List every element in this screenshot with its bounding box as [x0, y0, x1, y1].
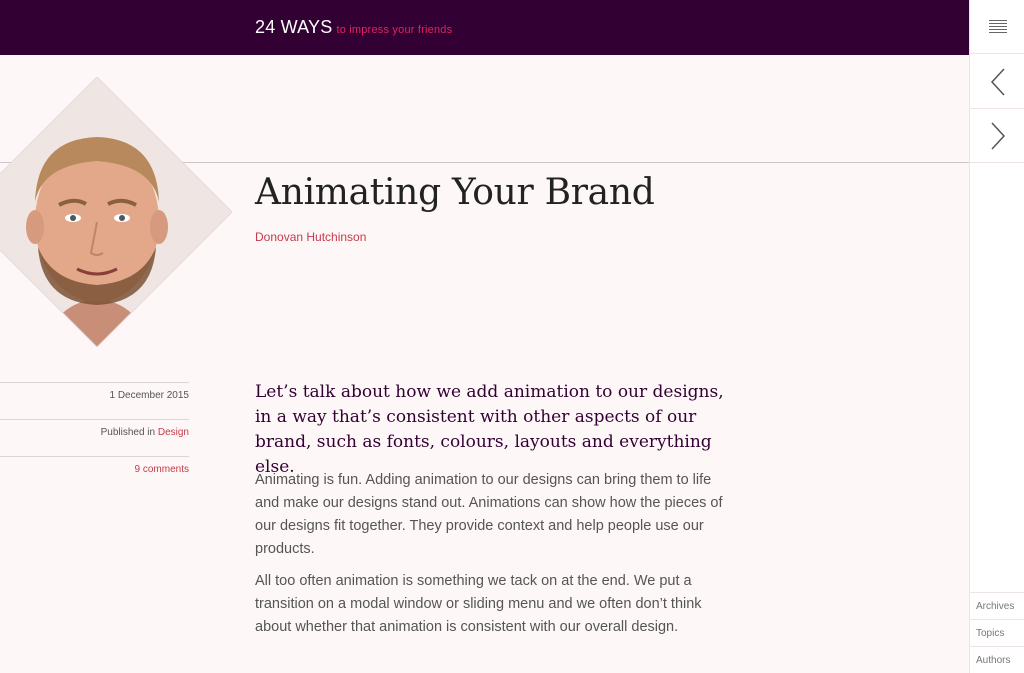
article-category: Published in Design	[0, 419, 189, 456]
nav-archives[interactable]: Archives	[970, 592, 1024, 619]
menu-button[interactable]	[970, 0, 1024, 54]
comments-link[interactable]: 9 comments	[135, 464, 189, 475]
article-date: 1 December 2015	[0, 382, 189, 419]
article-author-link[interactable]: Donovan Hutchinson	[255, 230, 366, 244]
author-photo	[0, 77, 232, 347]
article-paragraph: Animating is fun. Adding animation to ou…	[255, 472, 723, 557]
nav-topics[interactable]: Topics	[970, 619, 1024, 646]
site-logo[interactable]: 24 WAYS to impress your friends	[255, 17, 452, 38]
right-rail: Archives Topics Authors	[969, 0, 1024, 673]
site-header: 24 WAYS to impress your friends	[0, 0, 969, 55]
rail-nav: Archives Topics Authors	[970, 592, 1024, 673]
previous-article-button[interactable]	[970, 55, 1024, 109]
article-meta: 1 December 2015 Published in Design 9 co…	[0, 382, 189, 493]
next-article-button[interactable]	[970, 109, 1024, 163]
article-intro: Let’s talk about how we add animation to…	[255, 382, 724, 477]
author-avatar-frame	[0, 77, 232, 347]
chevron-right-icon	[990, 121, 1005, 150]
site-tagline: to impress your friends	[336, 24, 453, 36]
published-prefix: Published in	[100, 427, 156, 438]
chevron-left-icon	[990, 67, 1005, 96]
article-title: Animating Your Brand	[255, 172, 655, 213]
author-avatar[interactable]	[0, 77, 232, 347]
nav-authors[interactable]: Authors	[970, 646, 1024, 673]
category-link[interactable]: Design	[158, 427, 189, 438]
article-comments: 9 comments	[0, 456, 189, 493]
article-paragraph: All too often animation is something we …	[255, 573, 702, 635]
menu-icon	[988, 19, 1007, 33]
site-logo-text: 24 WAYS	[255, 17, 333, 37]
